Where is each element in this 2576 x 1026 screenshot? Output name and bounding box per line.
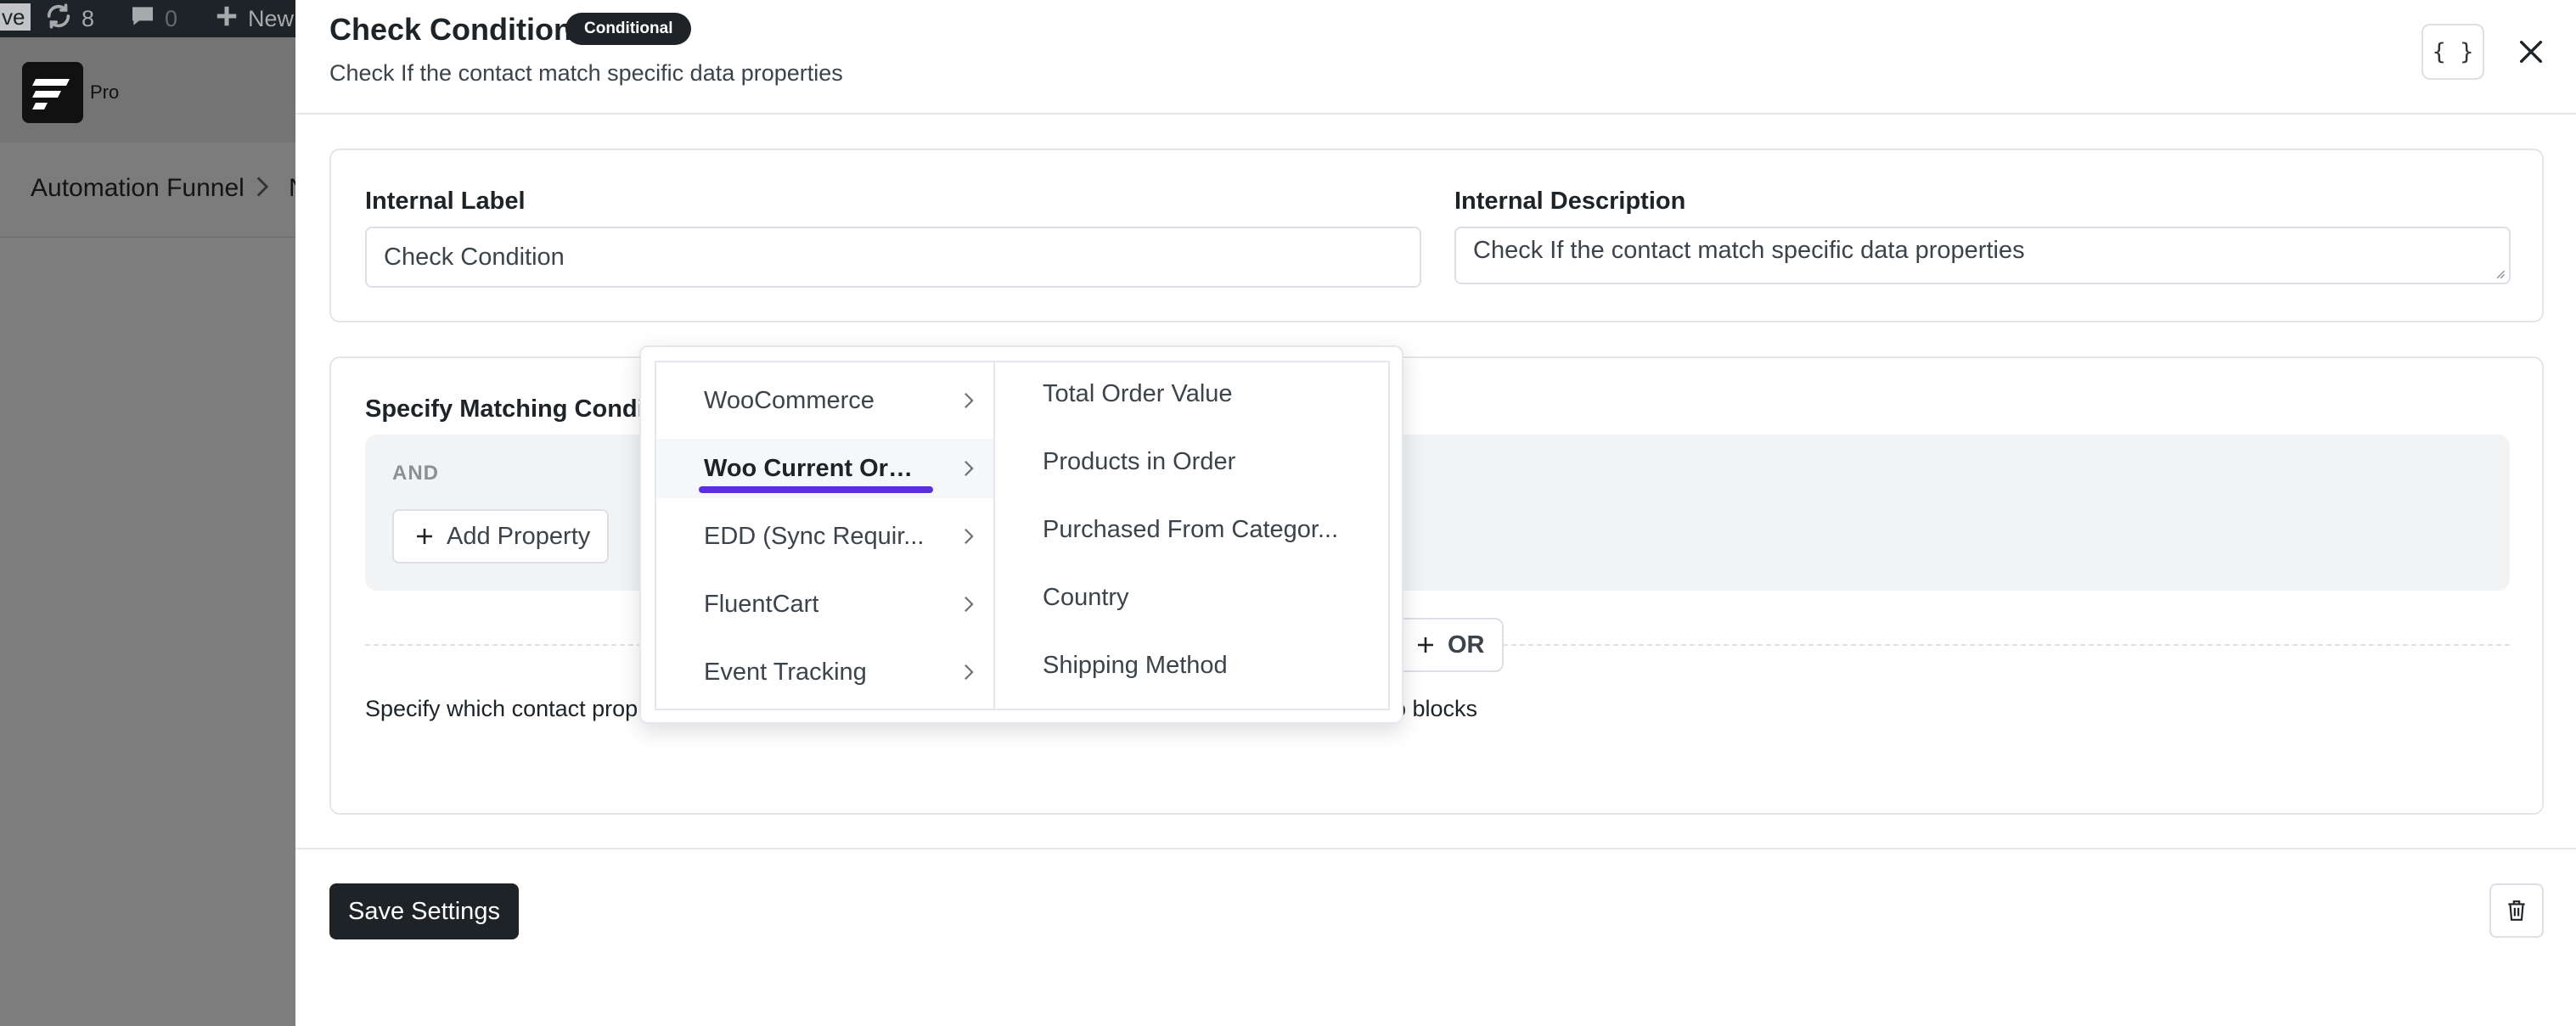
delete-button[interactable] [2489,883,2544,938]
cascader-group-event-tracking[interactable]: Event Tracking [656,642,993,702]
cascader-group-woo-current-order[interactable]: Woo Current Order [656,439,993,498]
chevron-right-icon [965,664,974,681]
drawer-header: Check Condition Conditional Check If the… [295,0,2576,115]
cascader-group-label: Woo Current Order [704,454,925,482]
footer-divider [295,848,2576,849]
close-button[interactable] [2510,31,2552,73]
cascader-option-label: Total Order Value [1043,379,1233,407]
logo-mark-icon [32,79,70,109]
comments-count: 0 [165,5,178,31]
comments-link[interactable]: 0 [129,0,177,37]
add-property-label: Add Property [447,522,591,550]
cascader-option-purchased-from-categories[interactable]: Purchased From Categor... [995,500,1388,559]
app-logo[interactable] [22,62,83,123]
chevron-right-icon [965,460,974,477]
refresh-icon [44,2,82,36]
cascader-group-label: FluentCart [704,590,819,618]
conditions-help-text: Specify which contact prop [365,696,638,721]
cascader-option-label: Purchased From Categor... [1043,515,1339,543]
plus-icon [1418,637,1433,653]
add-or-group-button[interactable]: OR [1397,618,1504,672]
conditions-help-text-end: o blocks [1393,696,1478,721]
cascader-group-label: EDD (Sync Requir... [704,522,925,550]
property-cascader: WooCommerce Woo Current Order EDD (Sync … [639,345,1403,724]
logo-suffix: Pro [90,81,120,103]
new-content-link[interactable]: New [214,0,294,37]
cascader-option-total-order-value[interactable]: Total Order Value [995,364,1388,423]
live-site-label[interactable]: ve [0,3,31,31]
close-icon [2519,40,2543,64]
json-view-button[interactable]: { } [2421,24,2484,80]
cascader-option-label: Shipping Method [1043,651,1228,679]
breadcrumb-root[interactable]: Automation Funnel [31,174,245,203]
conditions-title: Specify Matching Conditi [365,395,660,423]
settings-drawer: Check Condition Conditional Check If the… [295,0,2576,1026]
and-label: AND [392,462,439,485]
cascader-option-label: Country [1043,583,1129,611]
internal-label-label: Internal Label [365,188,526,215]
save-settings-button[interactable]: Save Settings [329,883,519,939]
add-property-button[interactable]: Add Property [392,509,610,563]
new-label: New [248,5,295,31]
label-card: Internal Label Check Condition Internal … [329,149,2544,322]
breadcrumb-separator-icon [255,175,270,205]
cascader-group-label: WooCommerce [704,386,875,414]
type-badge: Conditional [565,13,692,45]
or-label: OR [1448,631,1485,659]
comment-icon [129,3,165,36]
chevron-right-icon [965,596,974,613]
cascader-option-country[interactable]: Country [995,568,1388,627]
cascader-option-shipping-method[interactable]: Shipping Method [995,636,1388,695]
cascader-option-label: Products in Order [1043,447,1236,475]
cascader-group-panel: WooCommerce Woo Current Order EDD (Sync … [655,361,994,710]
cascader-group-label: Event Tracking [704,658,867,686]
internal-description-label: Internal Description [1454,188,1686,215]
drawer-subtitle: Check If the contact match specific data… [329,60,843,86]
resize-grip-icon [2496,270,2506,279]
plus-icon [417,529,432,544]
cascader-group-woocommerce[interactable]: WooCommerce [656,371,993,430]
active-underline [699,486,933,493]
funnel-canvas [0,238,295,1026]
updates-count: 8 [82,5,95,31]
plus-icon [214,3,248,35]
cascader-option-panel: Total Order Value Products in Order Purc… [994,361,1390,710]
internal-description-textarea[interactable]: Check If the contact match specific data… [1454,227,2511,284]
cascader-group-fluentcart[interactable]: FluentCart [656,575,993,634]
internal-label-input[interactable]: Check Condition [365,227,1421,288]
trash-icon [2508,900,2525,921]
updates-link[interactable]: 8 [44,0,94,37]
chevron-right-icon [965,528,974,545]
cascader-group-edd[interactable]: EDD (Sync Requir... [656,507,993,566]
internal-description-value: Check If the contact match specific data… [1473,237,2025,264]
cascader-option-products-in-order[interactable]: Products in Order [995,432,1388,491]
drawer-title: Check Condition [329,12,572,47]
chevron-right-icon [965,392,974,409]
